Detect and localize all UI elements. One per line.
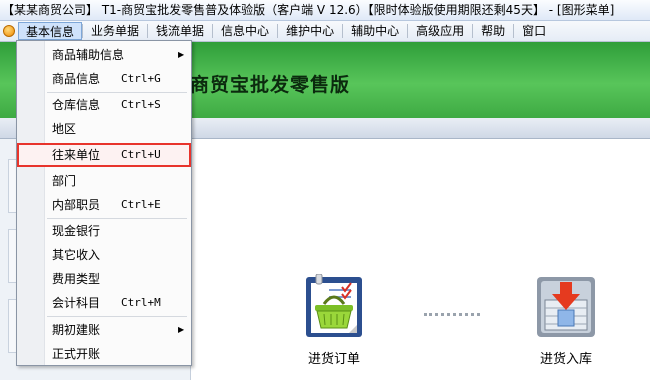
menu-business-docs[interactable]: 业务单据 — [83, 21, 147, 41]
menu-item-label: 仓库信息 — [52, 98, 101, 112]
purchase-stock-in-shortcut[interactable]: 进货入库 — [534, 274, 598, 367]
menu-item-expense-types[interactable]: 费用类型 — [18, 267, 190, 291]
menu-advanced[interactable]: 高级应用 — [408, 21, 472, 41]
menu-separator — [47, 316, 187, 317]
basic-info-dropdown-menu: 商品辅助信息 ▶ 商品信息 Ctrl+G 仓库信息 Ctrl+S 地区 往来单位… — [16, 40, 192, 366]
menu-item-opening-setup[interactable]: 期初建账 ▶ — [18, 318, 190, 342]
menubar: 基本信息 业务单据 钱流单据 信息中心 维护中心 辅助中心 高级应用 帮助 窗口 — [0, 21, 650, 42]
menu-item-shortcut: Ctrl+E — [121, 198, 161, 211]
menu-maintenance-center[interactable]: 维护中心 — [278, 21, 342, 41]
menu-item-product-aux-info[interactable]: 商品辅助信息 ▶ — [18, 43, 190, 67]
menu-basic-info[interactable]: 基本信息 — [18, 22, 83, 40]
menu-item-label: 期初建账 — [52, 323, 101, 337]
submenu-arrow-icon: ▶ — [178, 325, 185, 334]
menu-item-business-partners[interactable]: 往来单位 Ctrl+U — [17, 143, 191, 167]
stock-in-arrow-icon — [537, 277, 595, 337]
menu-item-label: 费用类型 — [52, 272, 101, 286]
menu-item-label: 地区 — [52, 122, 77, 136]
app-logo-icon[interactable] — [3, 25, 15, 37]
menu-item-accounting-subjects[interactable]: 会计科目 Ctrl+M — [18, 291, 190, 315]
menu-cash-docs[interactable]: 钱流单据 — [148, 21, 212, 41]
menu-info-center[interactable]: 信息中心 — [213, 21, 277, 41]
menu-item-shortcut: Ctrl+U — [121, 148, 161, 161]
menu-item-label: 往来单位 — [52, 148, 101, 162]
menu-window[interactable]: 窗口 — [514, 21, 554, 41]
menu-item-label: 正式开账 — [52, 347, 101, 361]
purchase-order-label: 进货订单 — [307, 352, 360, 367]
menu-help[interactable]: 帮助 — [473, 21, 513, 41]
window-title: 【某某商贸公司】 T1-商贸宝批发零售普及体验版（客户端 V 12.6）【限时体… — [2, 3, 615, 17]
menu-item-label: 商品辅助信息 — [52, 48, 125, 62]
menu-item-department[interactable]: 部门 — [18, 169, 190, 193]
menu-item-warehouse-info[interactable]: 仓库信息 Ctrl+S — [18, 93, 190, 117]
submenu-arrow-icon: ▶ — [178, 50, 185, 59]
menu-item-shortcut: Ctrl+G — [121, 72, 161, 85]
window-titlebar: 【某某商贸公司】 T1-商贸宝批发零售普及体验版（客户端 V 12.6）【限时体… — [0, 0, 650, 21]
menu-item-label: 会计科目 — [52, 296, 101, 310]
menu-item-label: 商品信息 — [52, 72, 101, 86]
menu-item-label: 内部职员 — [52, 198, 101, 212]
purchase-order-shortcut[interactable]: 进货订单 — [302, 273, 366, 367]
menu-item-shortcut: Ctrl+M — [121, 296, 161, 309]
menu-item-formal-open[interactable]: 正式开账 — [18, 342, 190, 366]
shopping-basket-clipboard-icon — [306, 273, 362, 337]
menu-item-shortcut: Ctrl+S — [121, 98, 161, 111]
menu-item-label: 其它收入 — [52, 248, 101, 262]
flow-connector-dots — [424, 313, 480, 316]
menu-item-product-info[interactable]: 商品信息 Ctrl+G — [18, 67, 190, 91]
menu-item-employees[interactable]: 内部职员 Ctrl+E — [18, 193, 190, 217]
menu-item-other-income[interactable]: 其它收入 — [18, 243, 190, 267]
purchase-stock-in-label: 进货入库 — [539, 352, 592, 367]
menu-item-region[interactable]: 地区 — [18, 117, 190, 141]
menu-item-label: 现金银行 — [52, 224, 101, 238]
menu-item-cash-bank[interactable]: 现金银行 — [18, 219, 190, 243]
menu-auxiliary-center[interactable]: 辅助中心 — [343, 21, 407, 41]
menu-item-label: 部门 — [52, 174, 77, 188]
banner-title: 商贸宝批发零售版 — [190, 74, 351, 96]
